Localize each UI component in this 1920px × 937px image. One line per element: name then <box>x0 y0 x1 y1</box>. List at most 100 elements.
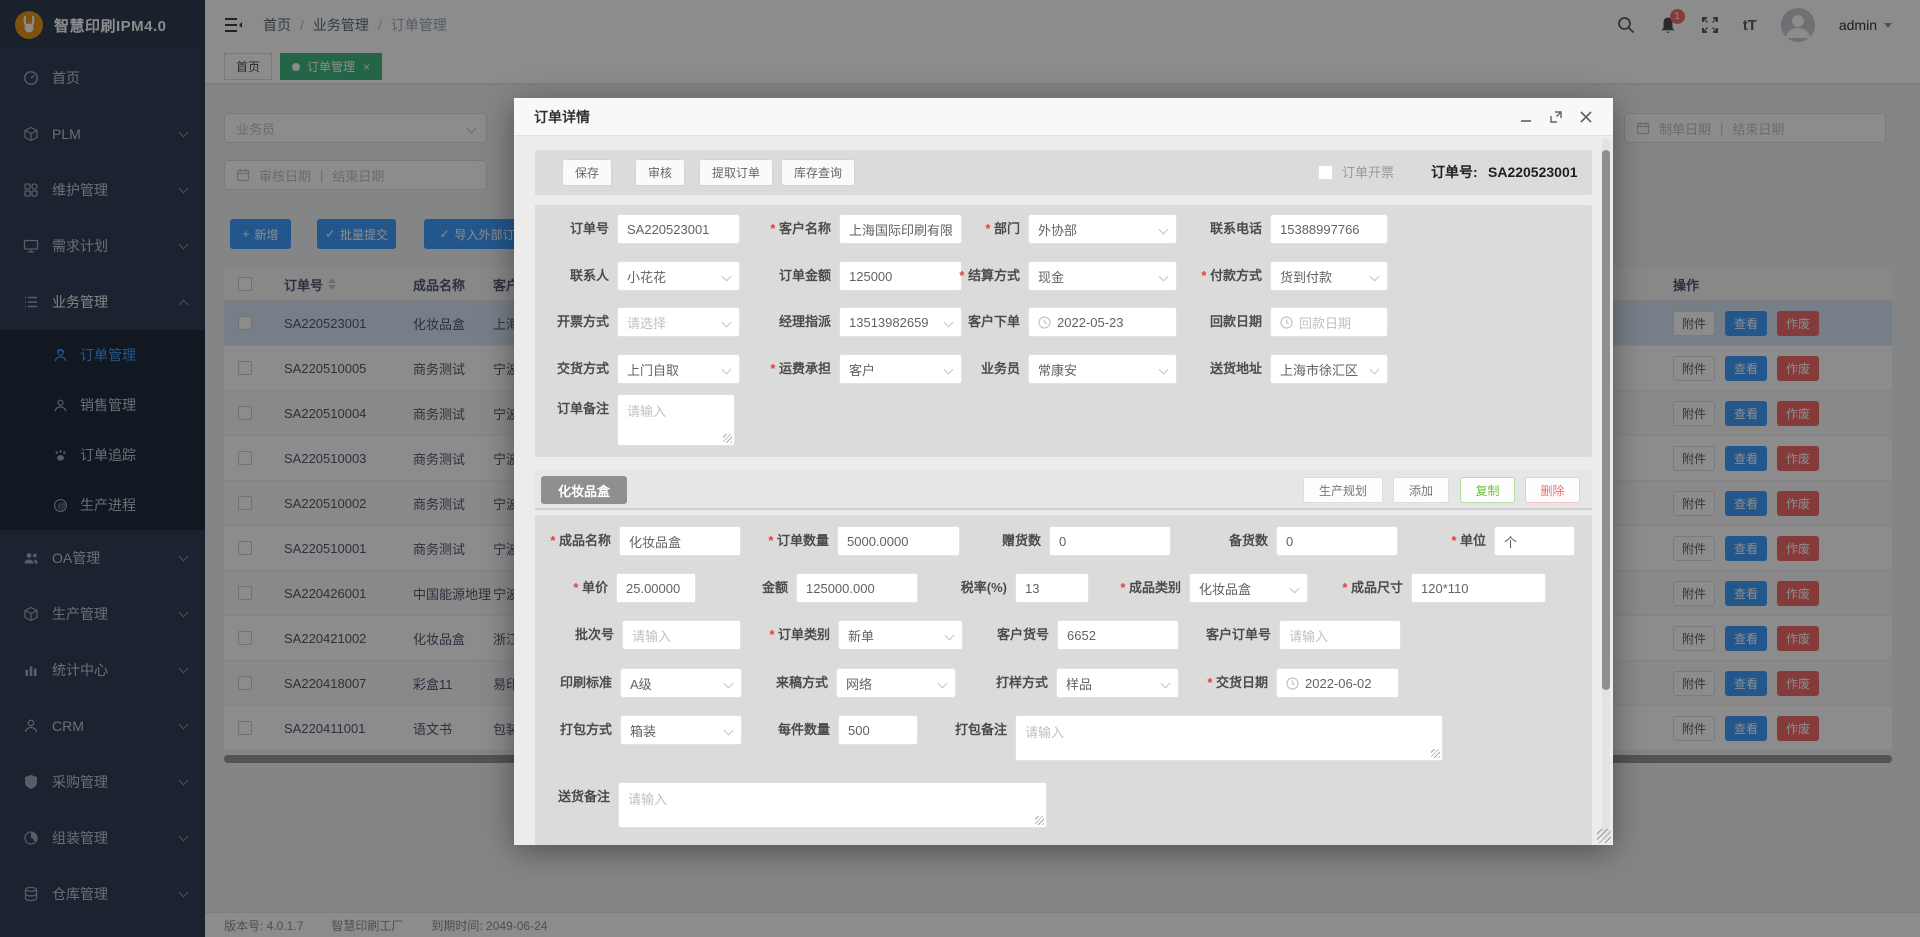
delivery-method-select[interactable]: 上门自取 <box>617 354 740 384</box>
maximize-icon[interactable] <box>1549 110 1563 124</box>
field-payment-method: 付款方式货到付款 <box>1182 261 1388 291</box>
save-button[interactable]: 保存 <box>562 159 612 186</box>
delivery-date-picker[interactable]: 2022-06-02 <box>1276 668 1399 698</box>
chevron-down-icon <box>945 630 955 640</box>
per-qty-input[interactable]: 500 <box>838 715 918 745</box>
ship-address-select[interactable]: 上海市徐汇区 <box>1270 354 1388 384</box>
field-pack-method: 打包方式箱装 <box>532 715 742 745</box>
chevron-down-icon <box>1370 364 1380 374</box>
field-customer-name: 客户名称上海国际印刷有限 <box>751 214 962 244</box>
modal-resize-handle[interactable] <box>1597 829 1611 843</box>
chevron-down-icon <box>722 271 732 281</box>
minimize-icon[interactable] <box>1519 110 1533 124</box>
payment-method-select[interactable]: 货到付款 <box>1270 261 1388 291</box>
stock-query-button[interactable]: 库存查询 <box>781 159 855 186</box>
pack-method-select[interactable]: 箱装 <box>620 715 742 745</box>
field-delivery-date: 交货日期2022-06-02 <box>1188 668 1399 698</box>
field-stock-qty: 备货数0 <box>1188 526 1398 556</box>
batch-no-input[interactable]: 请输入 <box>622 620 741 650</box>
chevron-down-icon <box>1159 271 1169 281</box>
customer-order-no-input[interactable]: 请输入 <box>1279 620 1401 650</box>
proof-method-select[interactable]: 样品 <box>1056 668 1179 698</box>
extract-order-button[interactable]: 提取订单 <box>699 159 773 186</box>
phone-input[interactable]: 15388997766 <box>1270 214 1388 244</box>
print-standard-select[interactable]: A级 <box>620 668 742 698</box>
field-tax-rate: 税率(%)13 <box>927 573 1089 603</box>
field-order-qty: 订单数量5000.0000 <box>749 526 960 556</box>
tax-rate-input[interactable]: 13 <box>1015 573 1089 603</box>
amount-input[interactable]: 125000.000 <box>796 573 918 603</box>
modal-toolbar: 保存 审核 提取订单 库存查询 订单开票 订单号: SA220523001 <box>535 150 1592 195</box>
field-order-amount: 订单金额125000 <box>751 261 962 291</box>
clock-icon <box>1286 677 1299 690</box>
field-batch-no: 批次号请输入 <box>534 620 741 650</box>
copy-product-button[interactable]: 复制 <box>1460 477 1515 503</box>
unit-price-input[interactable]: 25.00000 <box>616 573 696 603</box>
salesman-select[interactable]: 常康安 <box>1028 354 1177 384</box>
field-product-name: 成品名称化妆品盒 <box>531 526 741 556</box>
contact-select[interactable]: 小花花 <box>617 261 740 291</box>
unit-input[interactable]: 个 <box>1494 526 1575 556</box>
chevron-down-icon <box>1159 364 1169 374</box>
gift-qty-input[interactable]: 0 <box>1049 526 1171 556</box>
settle-method-select[interactable]: 现金 <box>1028 261 1177 291</box>
field-amount: 金额125000.000 <box>708 573 918 603</box>
chevron-down-icon <box>722 317 732 327</box>
modal-body: 保存 审核 提取订单 库存查询 订单开票 订单号: SA220523001 订单… <box>514 136 1613 845</box>
production-plan-button[interactable]: 生产规划 <box>1303 477 1383 503</box>
add-product-button[interactable]: 添加 <box>1393 477 1449 503</box>
delete-product-button[interactable]: 删除 <box>1525 477 1580 503</box>
field-pack-remark: 打包备注请输入 <box>927 715 1443 761</box>
order-no-input[interactable]: SA220523001 <box>617 214 740 244</box>
order-detail-modal: 订单详情 保存 审核 提取订单 库存查询 订单开票 订单号: SA2205230… <box>514 98 1613 845</box>
field-freight-bearer: 运费承担客户 <box>751 354 962 384</box>
field-ship-address: 送货地址上海市徐汇区 <box>1182 354 1388 384</box>
order-form-panel: 订单号SA220523001 客户名称上海国际印刷有限 部门外协部 联系电话15… <box>535 205 1592 457</box>
field-phone: 联系电话15388997766 <box>1182 214 1388 244</box>
field-delivery-method: 交货方式上门自取 <box>529 354 740 384</box>
product-size-input[interactable]: 120*110 <box>1411 573 1546 603</box>
clock-icon <box>1280 316 1293 329</box>
field-customer-order-date: 客户下单2022-05-23 <box>940 307 1177 337</box>
close-icon[interactable] <box>1579 110 1593 124</box>
field-manager-assign: 经理指派13513982659 <box>751 307 962 337</box>
order-type-select[interactable]: 新单 <box>838 620 963 650</box>
modal-title: 订单详情 <box>534 107 590 127</box>
ship-remark-textarea[interactable]: 请输入 <box>618 782 1047 828</box>
order-qty-input[interactable]: 5000.0000 <box>837 526 960 556</box>
field-order-type: 订单类别新单 <box>750 620 963 650</box>
chevron-down-icon <box>1290 583 1300 593</box>
field-draft-method: 来稿方式网络 <box>748 668 956 698</box>
product-form-panel: 成品名称化妆品盒 订单数量5000.0000 赠货数0 备货数0 单位个 单价2… <box>535 515 1592 845</box>
order-no-value: SA220523001 <box>1488 150 1578 195</box>
field-department: 部门外协部 <box>940 214 1177 244</box>
order-no-label: 订单号: <box>1431 150 1478 195</box>
product-category-select[interactable]: 化妆品盒 <box>1189 573 1308 603</box>
customer-order-date-picker[interactable]: 2022-05-23 <box>1028 307 1177 337</box>
field-product-category: 成品类别化妆品盒 <box>1101 573 1308 603</box>
field-contact: 联系人小花花 <box>529 261 740 291</box>
order-remark-textarea[interactable]: 请输入 <box>617 394 735 446</box>
invoice-type-select[interactable]: 请选择 <box>617 307 740 337</box>
chevron-down-icon <box>724 725 734 735</box>
customer-item-no-input[interactable]: 6652 <box>1057 620 1179 650</box>
field-proof-method: 打样方式样品 <box>968 668 1179 698</box>
field-customer-item-no: 客户货号6652 <box>969 620 1179 650</box>
draft-method-select[interactable]: 网络 <box>836 668 956 698</box>
chevron-down-icon <box>1161 678 1171 688</box>
refund-date-picker[interactable]: 回款日期 <box>1270 307 1388 337</box>
chevron-down-icon <box>1370 271 1380 281</box>
field-unit-price: 单价25.00000 <box>528 573 696 603</box>
clock-icon <box>1038 316 1051 329</box>
field-refund-date: 回款日期回款日期 <box>1182 307 1388 337</box>
product-name-input[interactable]: 化妆品盒 <box>619 526 741 556</box>
department-select[interactable]: 外协部 <box>1028 214 1177 244</box>
product-tab[interactable]: 化妆品盒 <box>541 476 627 504</box>
pack-remark-textarea[interactable]: 请输入 <box>1015 715 1443 761</box>
order-invoice-checkbox[interactable] <box>1318 165 1333 180</box>
stock-qty-input[interactable]: 0 <box>1276 526 1398 556</box>
field-ship-remark: 送货备注请输入 <box>530 782 1047 828</box>
field-invoice-type: 开票方式请选择 <box>529 307 740 337</box>
modal-scrollbar-thumb[interactable] <box>1602 150 1610 690</box>
audit-button[interactable]: 审核 <box>635 159 685 186</box>
